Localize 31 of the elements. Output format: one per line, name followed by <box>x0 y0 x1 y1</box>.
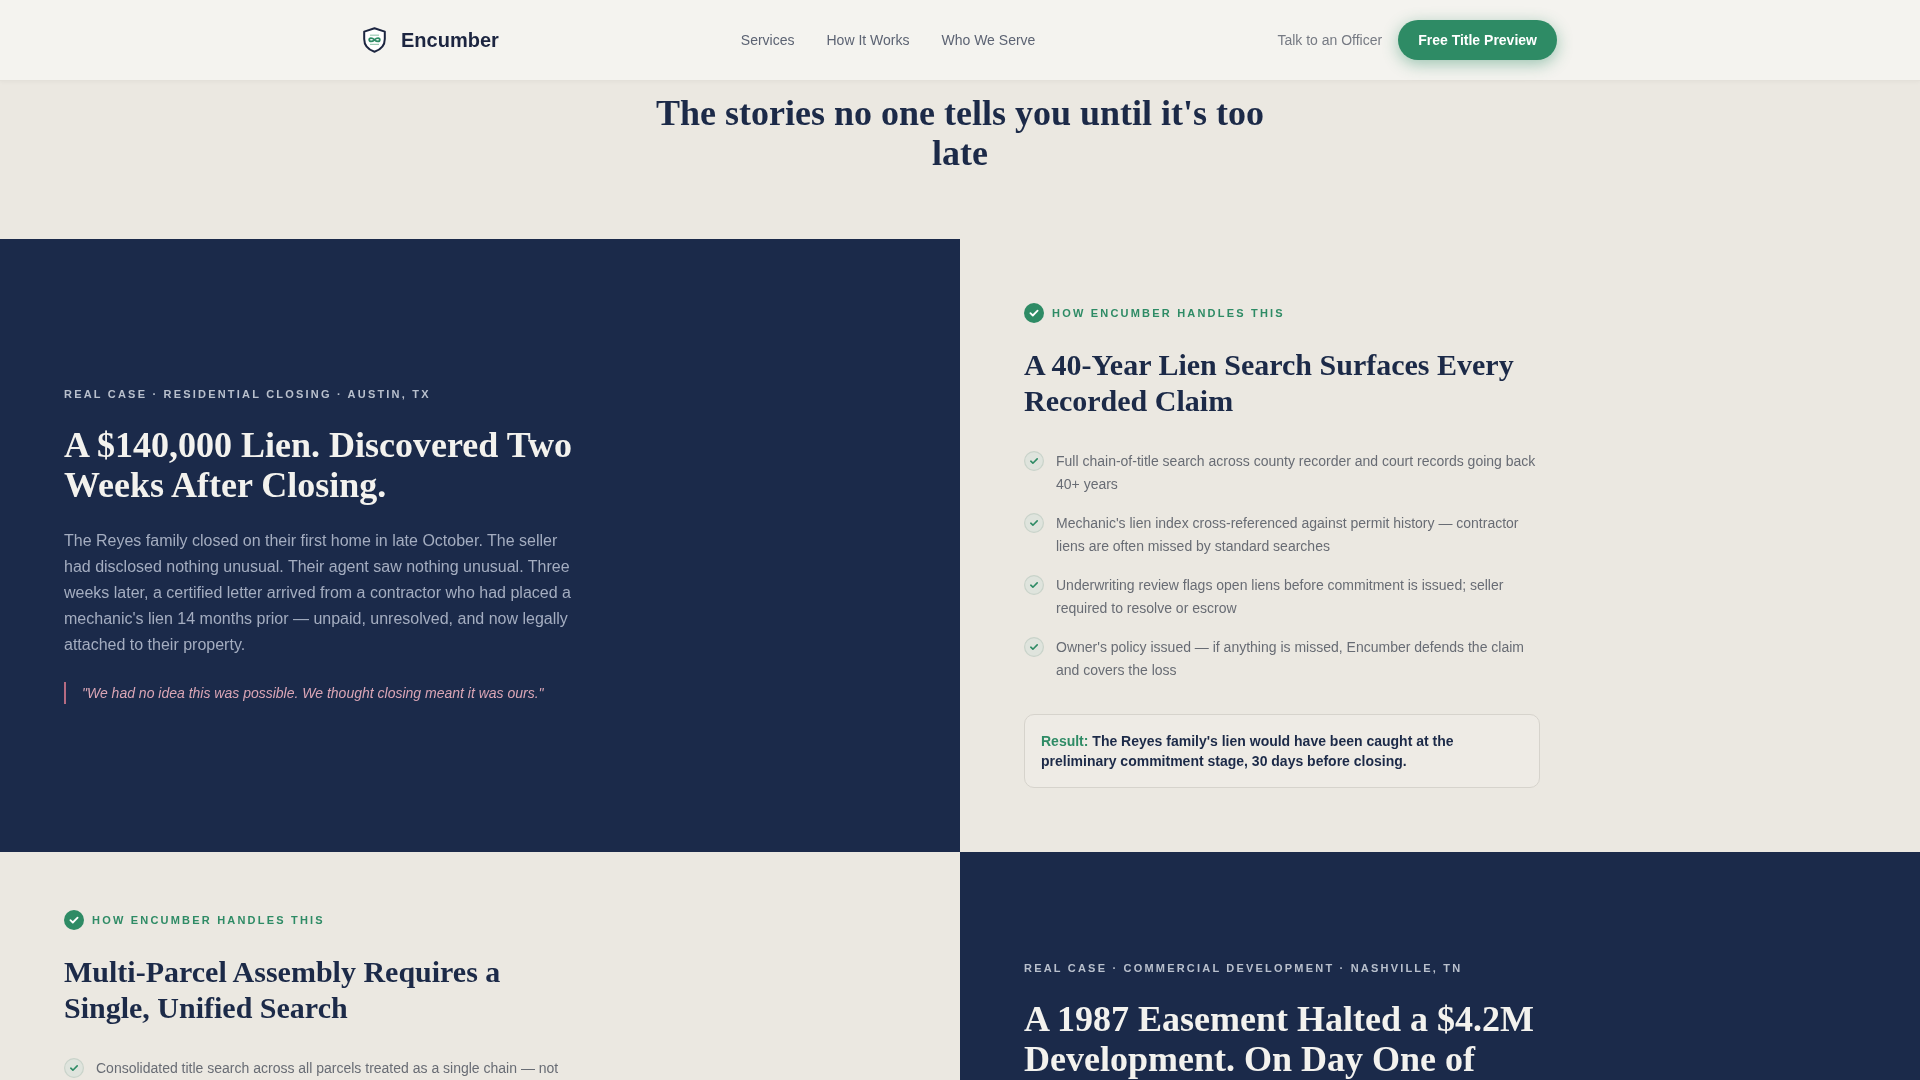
nav-link[interactable]: Talk to an Officer <box>1277 30 1383 50</box>
cta-button[interactable]: Free Title Preview <box>1398 20 1557 60</box>
check-circle-icon <box>1024 575 1044 595</box>
feature-text: Mechanic's lien index cross-referenced against permit history — contractor liens are often missed by standard searches <box>1056 514 1520 556</box>
case-label: REAL CASE · RESIDENTIAL CLOSING · AUSTIN, TX <box>64 387 432 401</box>
check-circle-icon <box>1024 637 1044 657</box>
nav-link[interactable]: How It Works <box>826 30 910 50</box>
shield-logo-icon <box>363 27 386 53</box>
check-circle-icon <box>64 910 84 930</box>
case-label: REAL CASE · COMMERCIAL DEVELOPMENT · NASHVILLE, TN <box>1024 961 1464 975</box>
section-heading: The stories no one tells you until it's too late <box>655 93 1265 173</box>
feature-text: Underwriting review flags open liens before commitment is issued; seller required to resolve or escrow <box>1056 576 1505 618</box>
feature-text: Consolidated title search across all parcels treated as a single chain — not <box>96 1059 559 1078</box>
case-description: The Reyes family closed on their first home in late October. The seller had disclosed nothing unusual. Their agent saw nothing unusual. Three weeks later, a certified letter arrived from a contractor who had placed a mechanic's lien 14 months prior — unpaid, unresolved, and now legally attached to their property. <box>64 531 572 655</box>
check-circle-icon <box>64 1058 84 1078</box>
customer-quote: "We had no idea this was possible. We thought closing meant it was ours." <box>64 682 584 704</box>
feature-text: Full chain-of-title search across county recorder and court records going back 40+ years <box>1056 452 1537 494</box>
section-label: HOW ENCUMBER HANDLES THIS <box>92 913 325 927</box>
nav-link[interactable]: Services <box>740 30 795 50</box>
section-label: HOW ENCUMBER HANDLES THIS <box>1052 306 1285 320</box>
feature-text: Owner's policy issued — if anything is missed, Encumber defends the claim and covers the loss <box>1056 638 1525 680</box>
solution-title: Multi-Parcel Assembly Requires a Single, Unified Search <box>64 954 502 1026</box>
case-title: A $140,000 Lien. Discovered Two Weeks After Closing. <box>64 425 573 505</box>
check-circle-icon <box>1024 513 1044 533</box>
solution-title: A 40-Year Lien Search Surfaces Every Recorded Claim <box>1024 347 1515 419</box>
brand-logo-link[interactable]: Encumber <box>363 27 499 53</box>
nav-link[interactable]: Who We Serve <box>941 30 1036 50</box>
check-circle-icon <box>1024 303 1044 323</box>
result-text: Result: The Reyes family's lien would have been caught at the preliminary commitment stage, 30 days before closing. <box>1041 732 1455 771</box>
case-title: A 1987 Easement Halted a $4.2M Development. On Day One of <box>1024 999 1535 1079</box>
check-circle-icon <box>1024 451 1044 471</box>
